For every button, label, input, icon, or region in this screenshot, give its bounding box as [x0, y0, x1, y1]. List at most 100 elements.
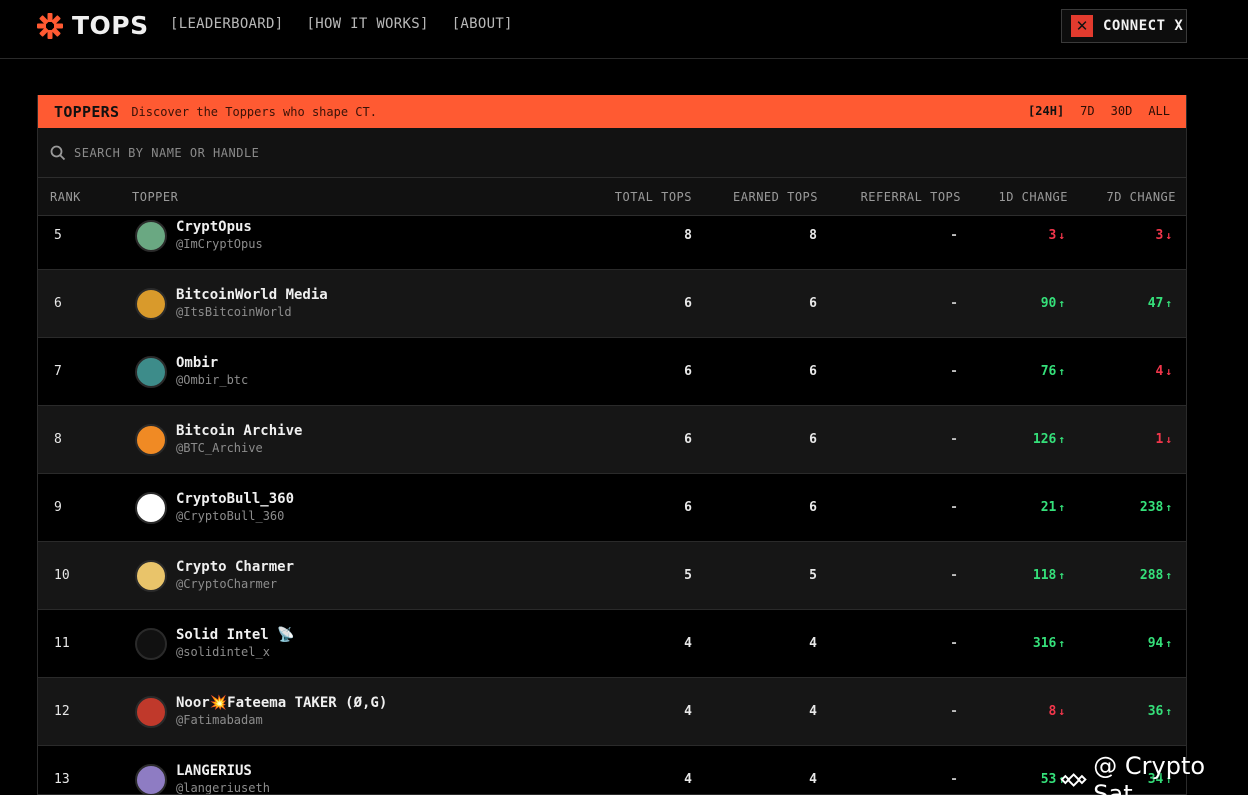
earned-tops-value: 8 — [809, 228, 817, 243]
avatar[interactable] — [135, 220, 167, 252]
topper-name[interactable]: Crypto Charmer — [176, 559, 294, 575]
7d-change-value: 94 ↑ — [1148, 636, 1172, 651]
avatar[interactable] — [135, 356, 167, 388]
earned-tops-value: 4 — [809, 704, 817, 719]
1d-change-value: 316 ↑ — [1033, 636, 1065, 651]
arrow-up-icon: ↑ — [1165, 569, 1172, 582]
avatar[interactable] — [135, 696, 167, 728]
topper-name[interactable]: Bitcoin Archive — [176, 423, 302, 439]
referral-tops-value: - — [950, 364, 958, 379]
binance-logo-icon — [1060, 773, 1087, 787]
earned-tops-value: 4 — [809, 636, 817, 651]
topper-handle[interactable]: @CryptoCharmer — [176, 577, 277, 591]
topper-name[interactable]: Ombir — [176, 355, 218, 371]
table-header: RANK TOPPER TOTAL TOPS EARNED TOPS REFER… — [38, 178, 1186, 216]
referral-tops-value: - — [950, 636, 958, 651]
avatar[interactable] — [135, 492, 167, 524]
7d-change-number: 36 — [1147, 704, 1164, 719]
avatar[interactable] — [135, 560, 167, 592]
total-tops-value: 6 — [684, 432, 692, 447]
1d-change-value: 90 ↑ — [1041, 296, 1065, 311]
avatar[interactable] — [135, 424, 167, 456]
panel-subtitle: Discover the Toppers who shape CT. — [131, 104, 377, 119]
topper-handle[interactable]: @Ombir_btc — [176, 373, 248, 387]
brand-name: TOPS — [72, 11, 149, 40]
col-referral-tops[interactable]: REFERRAL TOPS — [861, 190, 961, 204]
1d-change-number: 316 — [1032, 636, 1057, 651]
table-row[interactable]: 5 CryptOpus @ImCryptOpus 8 8 - 3 ↓ 3 ↓ — [38, 216, 1186, 270]
referral-tops-value: - — [950, 772, 958, 787]
col-1d-change[interactable]: 1D CHANGE — [998, 190, 1068, 204]
7d-change-number: 1 — [1155, 432, 1164, 447]
nav-about[interactable]: [ABOUT] — [452, 16, 513, 32]
table-row[interactable]: 6 BitcoinWorld Media @ItsBitcoinWorld 6 … — [38, 270, 1186, 338]
1d-change-value: 8 ↓ — [1049, 704, 1065, 719]
topper-handle[interactable]: @ItsBitcoinWorld — [176, 305, 292, 319]
topper-handle[interactable]: @Fatimabadam — [176, 713, 263, 727]
x-logo-icon: ✕ — [1071, 15, 1093, 37]
topper-name[interactable]: CryptoBull_360 — [176, 491, 294, 507]
topper-handle[interactable]: @langeriuseth — [176, 781, 270, 794]
table-row[interactable]: 13 LANGERIUS @langeriuseth 4 4 - 53 ↑ 34 ↑ — [38, 746, 1186, 794]
nav-how-it-works[interactable]: [HOW IT WORKS] — [306, 16, 428, 32]
period-7d[interactable]: 7D — [1080, 104, 1094, 118]
arrow-up-icon: ↑ — [1058, 637, 1065, 650]
topper-name[interactable]: BitcoinWorld Media — [176, 287, 328, 303]
col-rank[interactable]: RANK — [50, 190, 81, 204]
table-body: 5 CryptOpus @ImCryptOpus 8 8 - 3 ↓ 3 ↓ 6 B… — [38, 216, 1186, 794]
rank-value: 9 — [54, 500, 62, 515]
connect-x-button[interactable]: ✕ CONNECT X — [1061, 9, 1187, 43]
period-24h[interactable]: [24H] — [1028, 104, 1064, 118]
rank-value: 11 — [54, 636, 70, 651]
arrow-up-icon: ↑ — [1058, 365, 1065, 378]
period-all[interactable]: ALL — [1148, 104, 1170, 118]
7d-change-number: 238 — [1139, 500, 1164, 515]
referral-tops-value: - — [950, 500, 958, 515]
search-icon — [50, 145, 66, 160]
total-tops-value: 4 — [684, 704, 692, 719]
table-row[interactable]: 12 Noor💥Fateema TAKER (Ø,G) @Fatimabadam… — [38, 678, 1186, 746]
col-earned-tops[interactable]: EARNED TOPS — [733, 190, 818, 204]
1d-change-number: 118 — [1032, 568, 1057, 583]
period-selector: [24H] 7D 30D ALL — [1028, 104, 1170, 118]
nav-leaderboard[interactable]: [LEADERBOARD] — [170, 16, 283, 32]
topper-name[interactable]: Noor💥Fateema TAKER (Ø,G) — [176, 695, 387, 711]
1d-change-value: 21 ↑ — [1041, 500, 1065, 515]
period-30d[interactable]: 30D — [1111, 104, 1133, 118]
rank-value: 8 — [54, 432, 62, 447]
topper-name[interactable]: Solid Intel 📡 — [176, 627, 295, 643]
table-row[interactable]: 10 Crypto Charmer @CryptoCharmer 5 5 - 1… — [38, 542, 1186, 610]
col-topper[interactable]: TOPPER — [132, 190, 178, 204]
topper-handle[interactable]: @ImCryptOpus — [176, 237, 263, 251]
rank-value: 5 — [54, 228, 62, 243]
arrow-up-icon: ↑ — [1058, 501, 1065, 514]
main-nav: [LEADERBOARD] [HOW IT WORKS] [ABOUT] — [170, 16, 513, 32]
table-row[interactable]: 9 CryptoBull_360 @CryptoBull_360 6 6 - 2… — [38, 474, 1186, 542]
avatar[interactable] — [135, 288, 167, 320]
referral-tops-value: - — [950, 228, 958, 243]
7d-change-number: 288 — [1139, 568, 1164, 583]
topper-handle[interactable]: @CryptoBull_360 — [176, 509, 284, 523]
1d-change-value: 118 ↑ — [1033, 568, 1065, 583]
arrow-up-icon: ↑ — [1165, 637, 1172, 650]
topper-handle[interactable]: @solidintel_x — [176, 645, 270, 659]
col-total-tops[interactable]: TOTAL TOPS — [615, 190, 692, 204]
avatar[interactable] — [135, 628, 167, 660]
search-input[interactable] — [74, 145, 674, 160]
topper-name[interactable]: LANGERIUS — [176, 763, 252, 779]
avatar[interactable] — [135, 764, 167, 794]
brand-logo[interactable]: TOPS — [36, 11, 149, 40]
table-row[interactable]: 11 Solid Intel 📡 @solidintel_x 4 4 - 316… — [38, 610, 1186, 678]
7d-change-number: 4 — [1155, 364, 1164, 379]
table-row[interactable]: 8 Bitcoin Archive @BTC_Archive 6 6 - 126… — [38, 406, 1186, 474]
rank-value: 7 — [54, 364, 62, 379]
search-bar — [38, 128, 1186, 178]
topper-name[interactable]: CryptOpus — [176, 219, 252, 235]
topper-handle[interactable]: @BTC_Archive — [176, 441, 263, 455]
1d-change-value: 126 ↑ — [1033, 432, 1065, 447]
col-7d-change[interactable]: 7D CHANGE — [1106, 190, 1176, 204]
referral-tops-value: - — [950, 432, 958, 447]
table-row[interactable]: 7 Ombir @Ombir_btc 6 6 - 76 ↑ 4 ↓ — [38, 338, 1186, 406]
earned-tops-value: 4 — [809, 772, 817, 787]
arrow-up-icon: ↑ — [1058, 297, 1065, 310]
